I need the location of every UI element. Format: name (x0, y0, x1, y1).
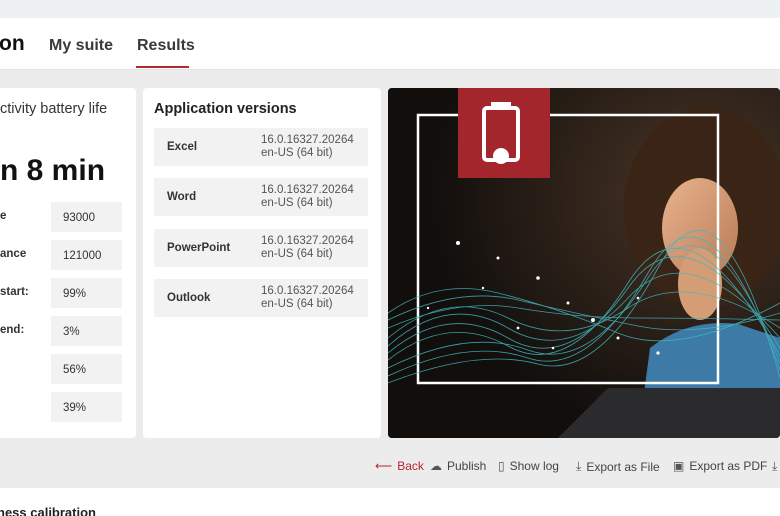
active-tab-indicator (136, 66, 189, 68)
hero-image (388, 88, 780, 438)
version-number: 16.0.16327.20264 (261, 184, 354, 196)
export-pdf-button[interactable]: ▣ Export as PDF (673, 459, 767, 473)
stat-label: ance (0, 248, 27, 260)
bottom-section: ness calibration (0, 488, 780, 516)
export-file-label: Export as File (586, 459, 660, 474)
stat-value: 3% (51, 316, 122, 346)
app-name: PowerPoint (167, 242, 231, 254)
version-locale: en-US (64 bit) (261, 197, 333, 209)
app-brand: on (0, 32, 25, 55)
header: on My suite Results (0, 18, 780, 70)
app-version: 16.0.16327.20264 en-US (64 bit) (261, 134, 354, 160)
version-locale: en-US (64 bit) (261, 147, 333, 159)
show-log-button[interactable]: ▯ Show log (498, 459, 559, 473)
version-row: PowerPoint 16.0.16327.20264 en-US (64 bi… (154, 229, 368, 267)
battery-life-panel: ctivity battery life n 8 min e 93000 anc… (0, 88, 136, 438)
stat-label: e (0, 210, 7, 222)
battery-badge (458, 88, 550, 178)
stat-value: 99% (51, 278, 122, 308)
stat-value: 121000 (51, 240, 122, 270)
publish-label: Publish (447, 459, 487, 473)
publish-button[interactable]: ☁ Publish (430, 459, 486, 473)
export-file-button[interactable]: ⤓ Export as File (576, 459, 660, 474)
app-name: Excel (167, 141, 198, 153)
stat-label: start: (0, 286, 29, 298)
app-version: 16.0.16327.20264 en-US (64 bit) (261, 235, 354, 261)
stat-value: 56% (51, 354, 122, 384)
version-locale: en-US (64 bit) (261, 298, 333, 310)
battery-life-time: n 8 min (0, 154, 106, 187)
back-button[interactable]: ⟵ Back (375, 459, 424, 473)
hand-shape (678, 248, 722, 320)
cloud-upload-icon: ☁ (430, 459, 442, 473)
document-icon: ▯ (498, 459, 505, 473)
export-pdf-label: Export as PDF (689, 459, 768, 473)
tab-results[interactable]: Results (137, 37, 195, 55)
app-version: 16.0.16327.20264 en-US (64 bit) (261, 285, 354, 311)
version-number: 16.0.16327.20264 (261, 285, 354, 297)
top-strip (0, 0, 780, 18)
download-icon: ⤓ (772, 459, 778, 473)
version-row: Excel 16.0.16327.20264 en-US (64 bit) (154, 128, 368, 166)
hero-illustration (388, 88, 780, 438)
version-row: Word 16.0.16327.20264 en-US (64 bit) (154, 178, 368, 216)
show-log-label: Show log (509, 459, 559, 473)
version-locale: en-US (64 bit) (261, 248, 333, 260)
application-versions-panel: Application versions Excel 16.0.16327.20… (143, 88, 381, 438)
app-name: Word (167, 191, 197, 203)
back-label: Back (397, 459, 424, 473)
section-title: ness calibration (0, 505, 96, 516)
version-number: 16.0.16327.20264 (261, 134, 354, 146)
stat-label: end: (0, 324, 25, 336)
download-icon: ⤓ (576, 459, 582, 473)
stat-value: 93000 (51, 202, 122, 232)
save-icon: ▣ (673, 459, 685, 473)
version-number: 16.0.16327.20264 (261, 235, 354, 247)
more-action-button[interactable]: ⤓ (772, 459, 777, 474)
tab-my-suite[interactable]: My suite (49, 37, 113, 55)
stat-value: 39% (51, 392, 122, 422)
back-arrow-icon: ⟵ (375, 459, 393, 473)
battery-life-title: ctivity battery life (0, 101, 108, 117)
application-versions-title: Application versions (154, 101, 297, 117)
app-name: Outlook (167, 292, 211, 304)
app-version: 16.0.16327.20264 en-US (64 bit) (261, 184, 354, 210)
version-row: Outlook 16.0.16327.20264 en-US (64 bit) (154, 279, 368, 317)
